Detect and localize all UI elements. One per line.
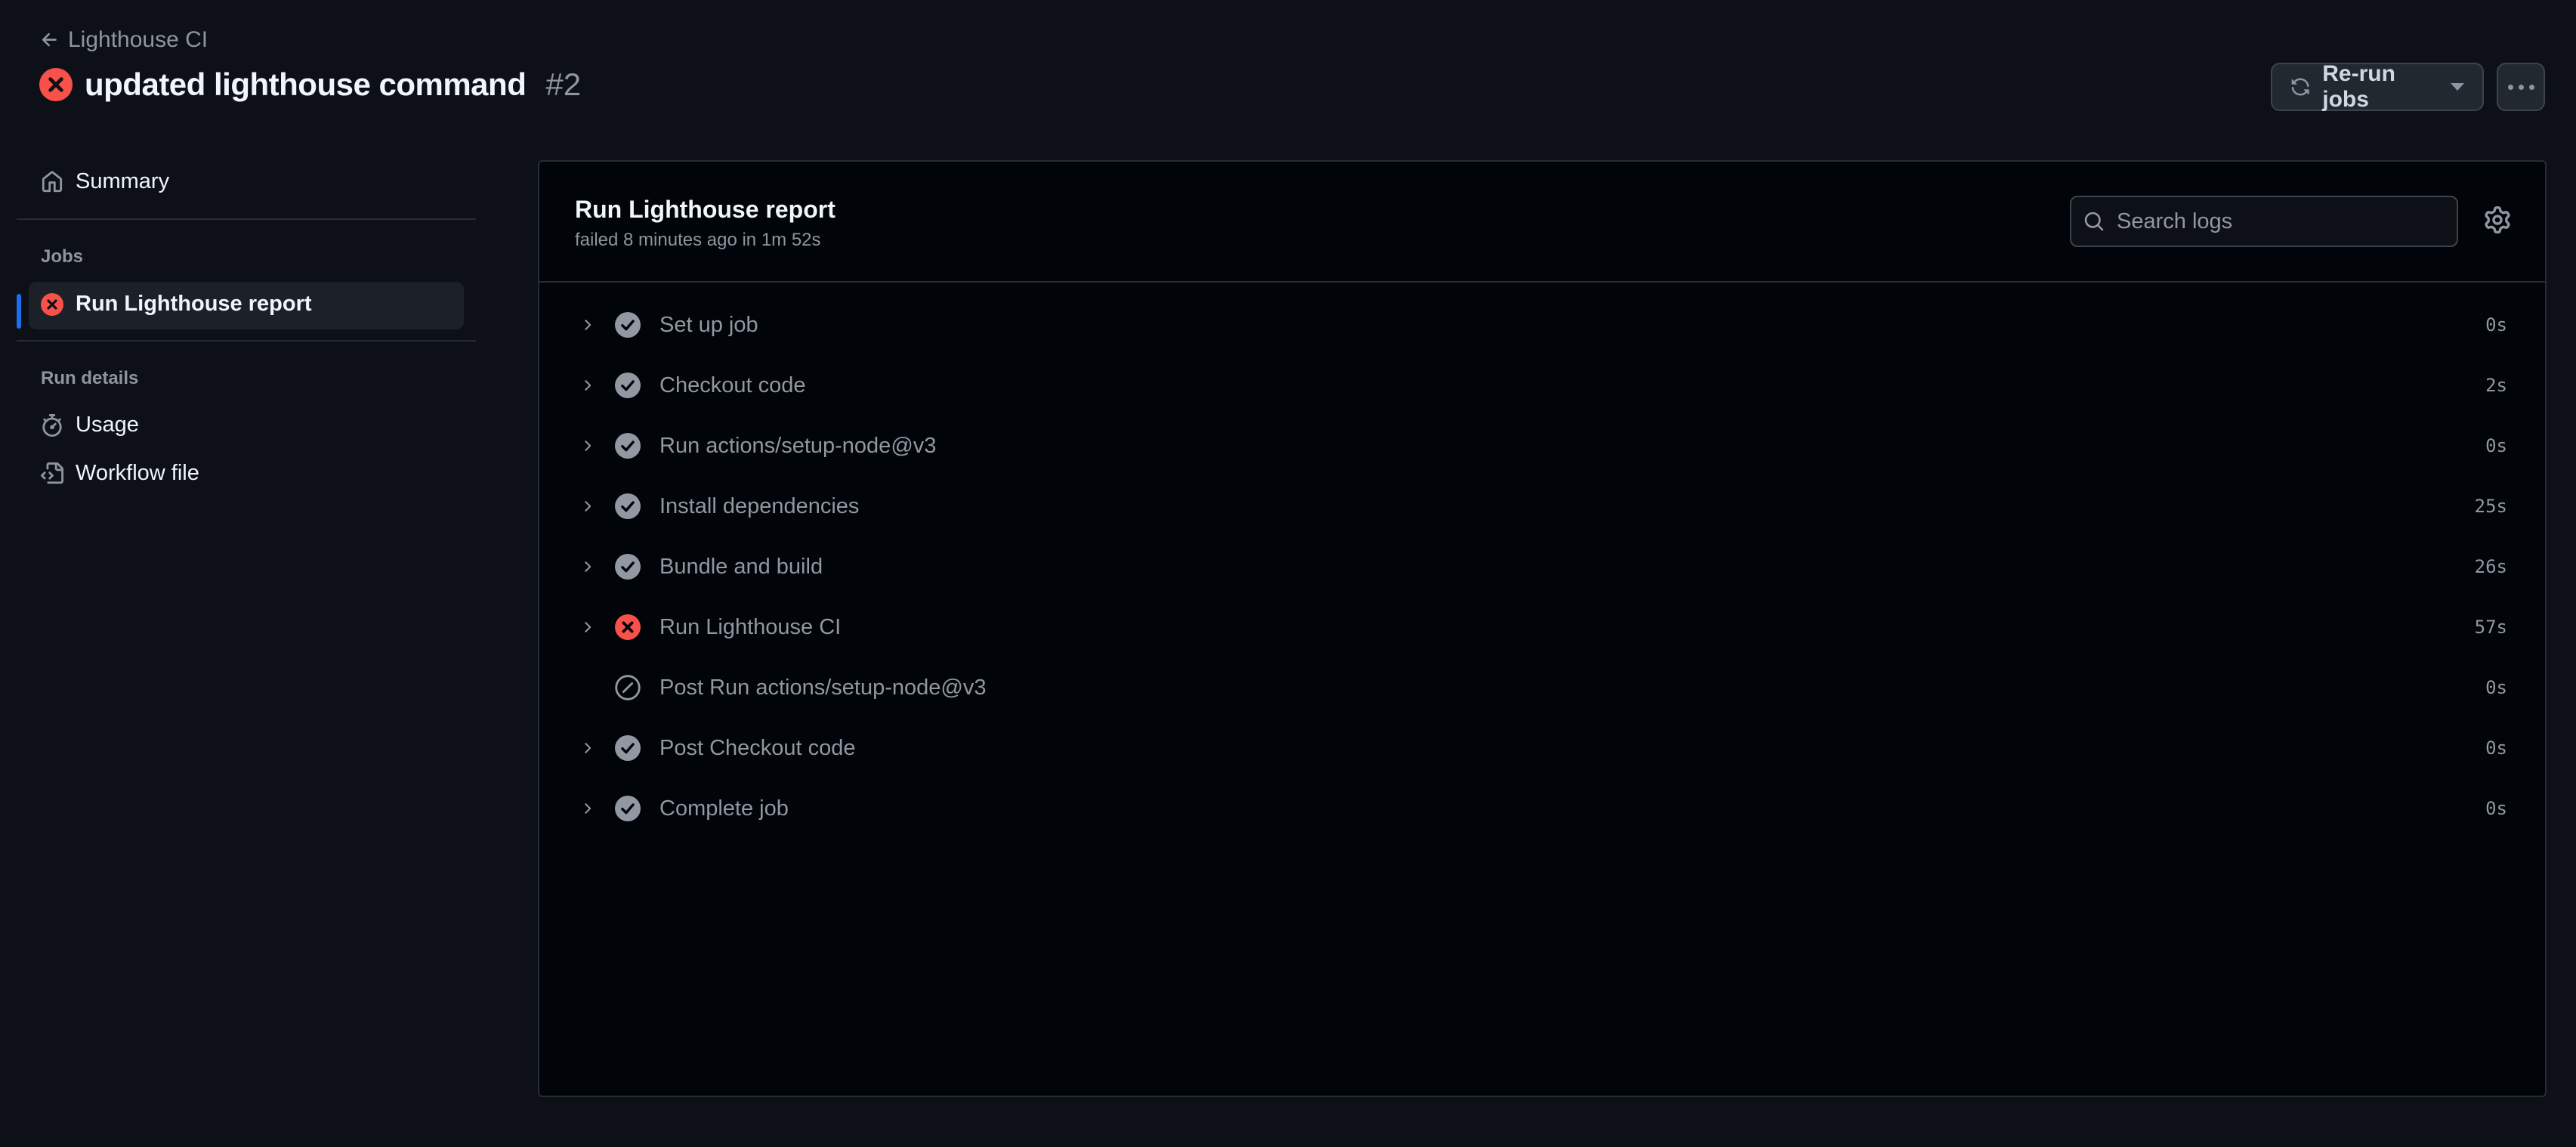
run-details-heading: Run details (41, 368, 139, 388)
step-name: Run Lighthouse CI (659, 614, 842, 639)
home-icon (42, 171, 63, 192)
sidebar-item-job[interactable]: Run Lighthouse report (41, 292, 312, 317)
back-link[interactable]: Lighthouse CI (39, 27, 208, 53)
run-title: updated lighthouse command (85, 66, 527, 102)
step-row[interactable]: Bundle and build 26s (539, 536, 2545, 597)
run-number: #2 (545, 66, 582, 102)
step-name: Set up job (659, 312, 758, 337)
step-row[interactable]: Post Run actions/setup-node@v3 0s (539, 657, 2545, 718)
step-row[interactable]: Checkout code 2s (539, 355, 2545, 416)
step-duration: 0s (2485, 737, 2507, 759)
sidebar-item-summary[interactable]: Summary (41, 169, 169, 194)
x-circle-fill-icon (39, 68, 73, 101)
check-circle-fill-icon (615, 433, 641, 459)
sidebar-item-usage[interactable]: Usage (41, 413, 139, 437)
jobs-heading: Jobs (41, 246, 84, 267)
step-row[interactable]: Install dependencies 25s (539, 476, 2545, 536)
step-duration: 0s (2485, 435, 2507, 456)
active-indicator (17, 294, 21, 329)
check-circle-fill-icon (615, 796, 641, 821)
step-duration: 0s (2485, 798, 2507, 819)
sidebar-item-workflow-file[interactable]: Workflow file (41, 461, 199, 486)
page-title: updated lighthouse command #2 (39, 66, 581, 103)
file-code-icon (41, 462, 63, 484)
chevron-right-icon (585, 622, 591, 632)
sidebar-item-label: Run Lighthouse report (76, 292, 312, 316)
check-circle-fill-icon (615, 493, 641, 519)
step-name: Run actions/setup-node@v3 (659, 433, 937, 458)
search-icon (2084, 212, 2104, 231)
sidebar-item-label: Usage (76, 413, 139, 437)
sync-icon (2291, 78, 2309, 96)
x-circle-fill-icon (41, 292, 63, 316)
step-duration: 2s (2485, 375, 2507, 396)
job-status-text: failed 8 minutes ago in 1m 52s (575, 230, 821, 250)
step-row[interactable]: Post Checkout code 0s (539, 718, 2545, 778)
step-duration: 0s (2485, 314, 2507, 335)
step-list: Set up job 0s Checkout code 2s Run actio… (539, 295, 2545, 839)
chevron-right-icon (585, 320, 591, 330)
arrow-left-icon (42, 32, 57, 47)
job-title: Run Lighthouse report (575, 196, 836, 223)
step-duration: 26s (2474, 556, 2507, 577)
step-row[interactable]: Complete job 0s (539, 778, 2545, 839)
kebab-dot-icon (2507, 84, 2513, 90)
search-logs-input[interactable] (2117, 209, 2434, 234)
stopwatch-icon (42, 413, 62, 437)
check-circle-fill-icon (615, 312, 641, 338)
check-circle-fill-icon (615, 735, 641, 761)
sidebar-divider (17, 340, 476, 342)
job-logs-panel: Run Lighthouse report failed 8 minutes a… (538, 160, 2547, 1097)
search-logs-field[interactable] (2070, 196, 2458, 247)
kebab-dot-icon (2528, 84, 2534, 90)
panel-divider (539, 281, 2545, 283)
rerun-jobs-button[interactable]: Re-run jobs (2271, 61, 2484, 112)
sidebar-item-label: Summary (76, 169, 170, 193)
sidebar-item-label: Workflow file (76, 461, 199, 485)
step-name: Install dependencies (659, 493, 860, 518)
check-circle-fill-icon (615, 373, 641, 398)
step-name: Checkout code (659, 373, 806, 397)
step-name: Post Run actions/setup-node@v3 (659, 675, 987, 700)
gear-icon[interactable] (2484, 206, 2511, 233)
step-name: Bundle and build (659, 554, 823, 579)
more-actions-button[interactable] (2497, 63, 2545, 111)
step-name: Post Checkout code (659, 735, 856, 760)
chevron-right-icon (585, 380, 591, 391)
step-row[interactable]: Run Lighthouse CI 57s (539, 597, 2545, 657)
back-link-label: Lighthouse CI (68, 27, 208, 52)
chevron-right-icon (585, 803, 591, 814)
step-name: Complete job (659, 796, 789, 821)
chevron-right-icon (585, 501, 591, 512)
step-duration: 0s (2485, 677, 2507, 698)
step-row[interactable]: Set up job 0s (539, 295, 2545, 355)
chevron-right-icon (585, 743, 591, 753)
triangle-down-icon (2451, 83, 2464, 91)
kebab-dot-icon (2518, 84, 2524, 90)
step-duration: 25s (2474, 496, 2507, 517)
x-circle-fill-icon (615, 614, 641, 640)
chevron-right-icon (585, 561, 591, 572)
check-circle-fill-icon (615, 554, 641, 580)
rerun-jobs-label: Re-run jobs (2322, 61, 2395, 112)
step-row[interactable]: Run actions/setup-node@v3 0s (539, 416, 2545, 476)
sidebar-divider (17, 218, 476, 220)
skip-icon (615, 675, 641, 700)
chevron-right-icon (585, 441, 591, 451)
step-duration: 57s (2474, 617, 2507, 638)
